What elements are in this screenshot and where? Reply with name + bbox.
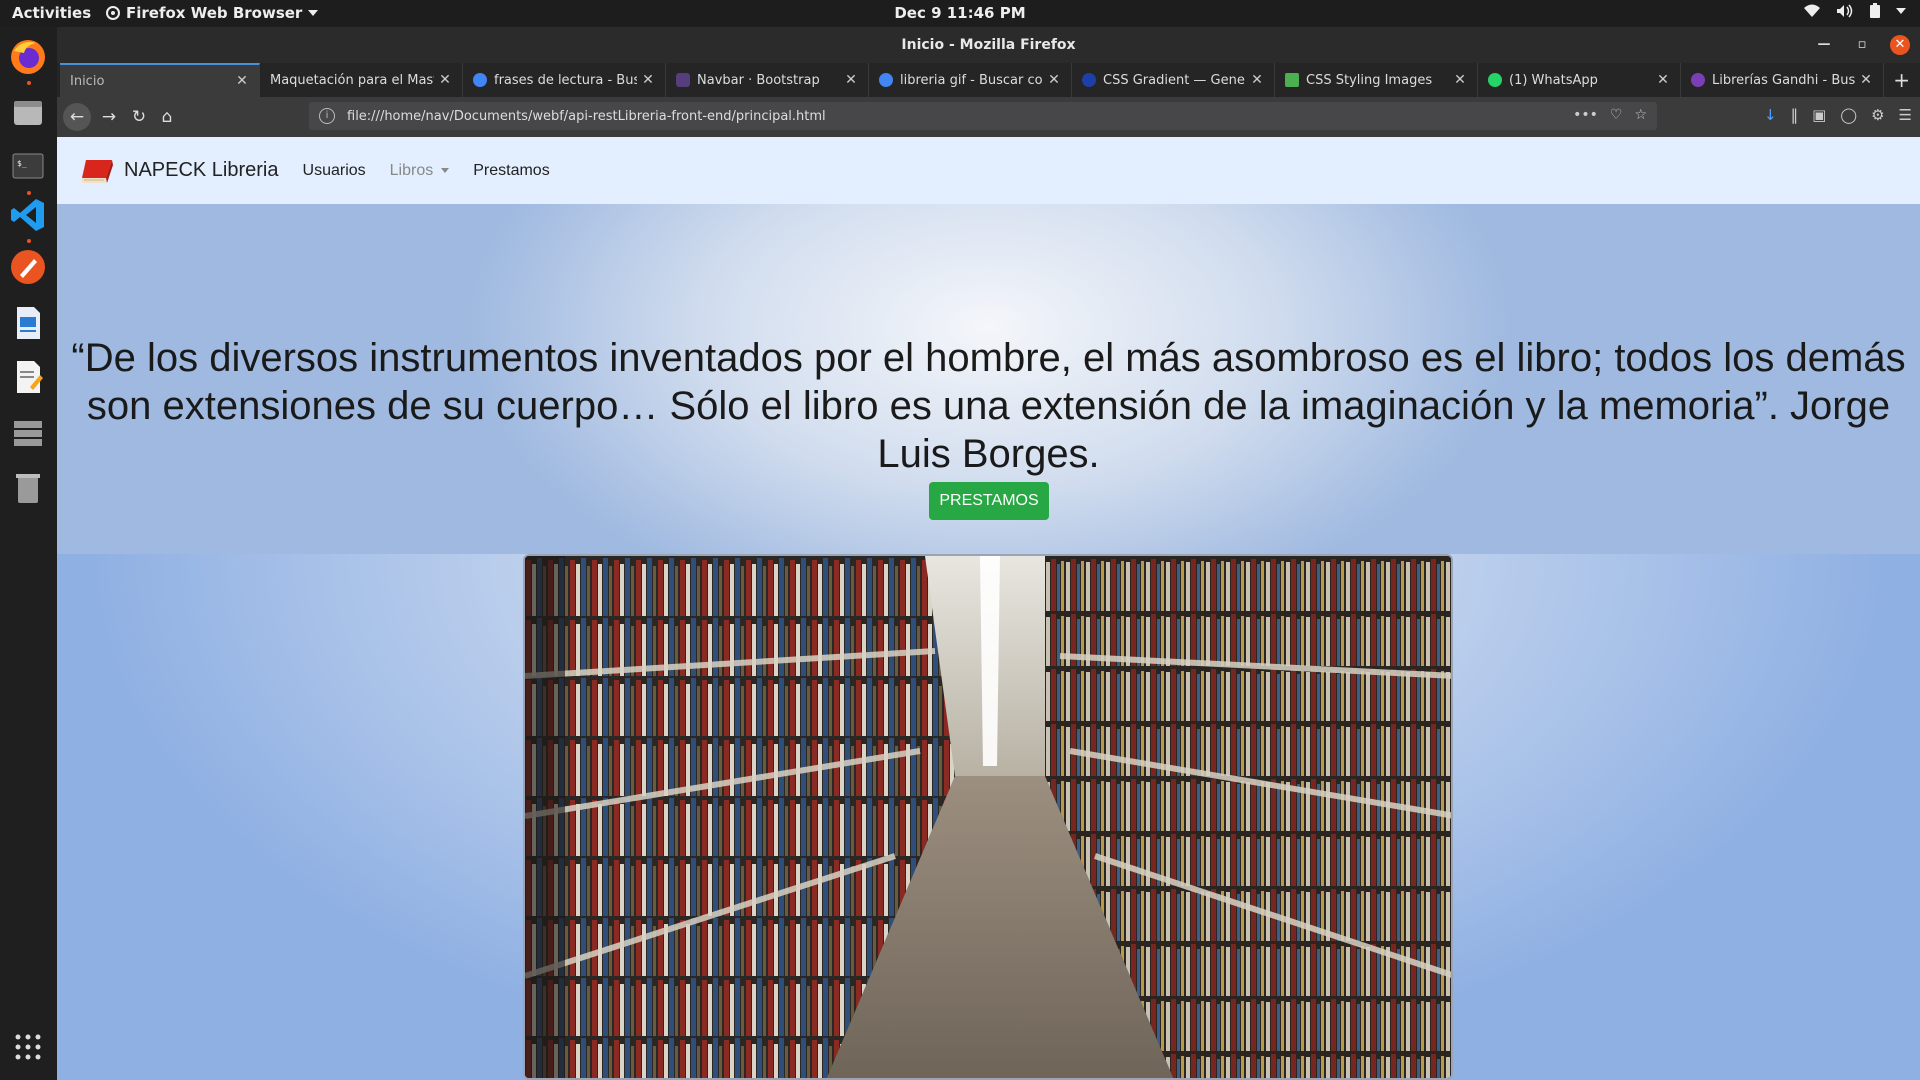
svg-text:$_: $_	[17, 159, 27, 168]
sidebar-icon[interactable]: ▣	[1812, 106, 1826, 124]
w3schools-favicon-icon	[1285, 73, 1299, 87]
close-tab-icon[interactable]: ✕	[1043, 72, 1065, 88]
app-menu-label: Firefox Web Browser	[126, 4, 303, 22]
wifi-icon	[1804, 4, 1820, 17]
close-tab-icon[interactable]: ✕	[1855, 72, 1877, 88]
text-editor-dock-icon[interactable]	[8, 357, 48, 397]
window-title-bar[interactable]: Inicio - Mozilla Firefox — ▫ ✕	[57, 27, 1920, 63]
tab-label: Inicio	[70, 73, 105, 89]
dropdown-caret-icon	[441, 167, 450, 173]
hamburger-menu-icon[interactable]: ☰	[1899, 106, 1912, 124]
site-info-icon[interactable]: i	[319, 108, 335, 124]
tab-label: (1) WhatsApp	[1509, 72, 1598, 88]
library-shelves-image	[523, 554, 1453, 1080]
writer-dock-icon[interactable]	[8, 303, 48, 343]
page-actions-icon[interactable]: •••	[1573, 107, 1598, 123]
brand-name: NAPECK Libreria	[124, 159, 279, 181]
library-icon[interactable]: ‖	[1791, 106, 1799, 124]
tab-whatsapp[interactable]: (1) WhatsApp ✕	[1478, 63, 1681, 97]
maximize-icon[interactable]: ▫	[1852, 35, 1872, 55]
nav-libros-dropdown[interactable]: Libros	[390, 162, 450, 180]
tab-strip: Inicio ✕ Maquetación para el Master ✕ fr…	[57, 63, 1920, 97]
site-navbar: NAPECK Libreria Usuarios Libros Prestamo…	[57, 137, 1920, 204]
cssgradient-favicon-icon	[1082, 73, 1096, 87]
pocket-icon[interactable]: ♡	[1610, 107, 1623, 123]
firefox-app-icon	[106, 6, 120, 20]
close-tab-icon[interactable]: ✕	[434, 72, 456, 88]
hero-quote: “De los diversos instrumentos inventados…	[71, 336, 1906, 476]
terminal-dock-icon[interactable]: $_	[8, 147, 48, 187]
show-applications-icon[interactable]	[8, 1027, 48, 1067]
tab-css-gradient[interactable]: CSS Gradient — Generator ✕	[1072, 63, 1275, 97]
google-favicon-icon	[879, 73, 893, 87]
activities-button[interactable]: Activities	[12, 4, 91, 22]
bootstrap-favicon-icon	[676, 73, 690, 87]
close-window-icon[interactable]: ✕	[1890, 35, 1910, 55]
system-menu-caret-icon	[1896, 7, 1906, 14]
reload-icon[interactable]: ↻	[127, 105, 151, 129]
battery-icon	[1870, 3, 1880, 18]
inkscape-dock-icon[interactable]	[8, 247, 48, 287]
tab-label: Navbar · Bootstrap	[697, 72, 820, 88]
tab-label: frases de lectura - Buscar	[494, 72, 637, 88]
book-logo-icon	[82, 159, 113, 183]
tab-label: CSS Styling Images	[1306, 72, 1433, 88]
tab-label: CSS Gradient — Generator	[1103, 72, 1246, 88]
tab-label: libreria gif - Buscar con	[900, 72, 1043, 88]
tab-libreria-gif[interactable]: libreria gif - Buscar con ✕	[869, 63, 1072, 97]
system-tray[interactable]	[1804, 3, 1906, 18]
hero-section: “De los diversos instrumentos inventados…	[57, 204, 1920, 554]
server-manager-dock-icon[interactable]	[8, 413, 48, 453]
extension-icon[interactable]: ⚙	[1871, 106, 1884, 124]
web-page: NAPECK Libreria Usuarios Libros Prestamo…	[57, 137, 1920, 1080]
vscode-dock-icon[interactable]	[8, 195, 48, 235]
whatsapp-favicon-icon	[1488, 73, 1502, 87]
tab-maquetacion[interactable]: Maquetación para el Master ✕	[260, 63, 463, 97]
system-top-bar: Activities Firefox Web Browser Dec 9 11:…	[0, 0, 1920, 27]
nav-libros-label: Libros	[389, 161, 434, 179]
back-arrow-icon[interactable]: ←	[63, 103, 91, 131]
clock[interactable]: Dec 9 11:46 PM	[894, 4, 1025, 22]
files-dock-icon[interactable]	[8, 93, 48, 133]
tab-librerias-gandhi[interactable]: Librerías Gandhi - Buscar ✕	[1681, 63, 1884, 97]
downloads-icon[interactable]: ↓	[1764, 106, 1777, 124]
app-menu-caret-icon	[308, 10, 319, 16]
close-tab-icon[interactable]: ✕	[1652, 72, 1674, 88]
minimize-icon[interactable]: —	[1814, 35, 1834, 55]
tab-navbar-bootstrap[interactable]: Navbar · Bootstrap ✕	[666, 63, 869, 97]
tab-label: Maquetación para el Master	[270, 72, 434, 88]
dock: $_	[0, 27, 57, 1080]
tab-inicio[interactable]: Inicio ✕	[60, 63, 260, 97]
nav-usuarios[interactable]: Usuarios	[303, 162, 366, 180]
tab-frases-de-lectura[interactable]: frases de lectura - Buscar ✕	[463, 63, 666, 97]
close-tab-icon[interactable]: ✕	[840, 72, 862, 88]
running-indicator	[27, 239, 31, 243]
bookmark-star-icon[interactable]: ☆	[1634, 107, 1647, 123]
prestamos-button[interactable]: PRESTAMOS	[929, 482, 1049, 520]
app-menu[interactable]: Firefox Web Browser	[106, 4, 319, 22]
trash-dock-icon[interactable]	[8, 467, 48, 507]
close-tab-icon[interactable]: ✕	[231, 73, 253, 89]
navigation-toolbar: ← → ↻ ⌂ i file:///home/nav/Documents/web…	[57, 97, 1920, 137]
brand[interactable]: NAPECK Libreria	[80, 156, 279, 186]
nav-prestamos[interactable]: Prestamos	[473, 162, 549, 180]
url-bar[interactable]: i file:///home/nav/Documents/webf/api-re…	[309, 102, 1657, 130]
new-tab-icon[interactable]: +	[1893, 68, 1910, 92]
close-tab-icon[interactable]: ✕	[1246, 72, 1268, 88]
account-icon[interactable]: ◯	[1840, 106, 1857, 124]
tab-css-styling-images[interactable]: CSS Styling Images ✕	[1275, 63, 1478, 97]
url-text: file:///home/nav/Documents/webf/api-rest…	[347, 108, 826, 124]
volume-icon	[1837, 4, 1853, 17]
running-indicator	[27, 81, 31, 85]
forward-arrow-icon[interactable]: →	[97, 105, 121, 129]
image-section	[57, 554, 1920, 1080]
window-title: Inicio - Mozilla Firefox	[901, 37, 1076, 53]
close-tab-icon[interactable]: ✕	[1449, 72, 1471, 88]
tab-label: Librerías Gandhi - Buscar	[1712, 72, 1855, 88]
google-favicon-icon	[473, 73, 487, 87]
home-icon[interactable]: ⌂	[155, 105, 179, 129]
close-tab-icon[interactable]: ✕	[637, 72, 659, 88]
google-favicon-icon	[1691, 73, 1705, 87]
firefox-dock-icon[interactable]	[8, 37, 48, 77]
